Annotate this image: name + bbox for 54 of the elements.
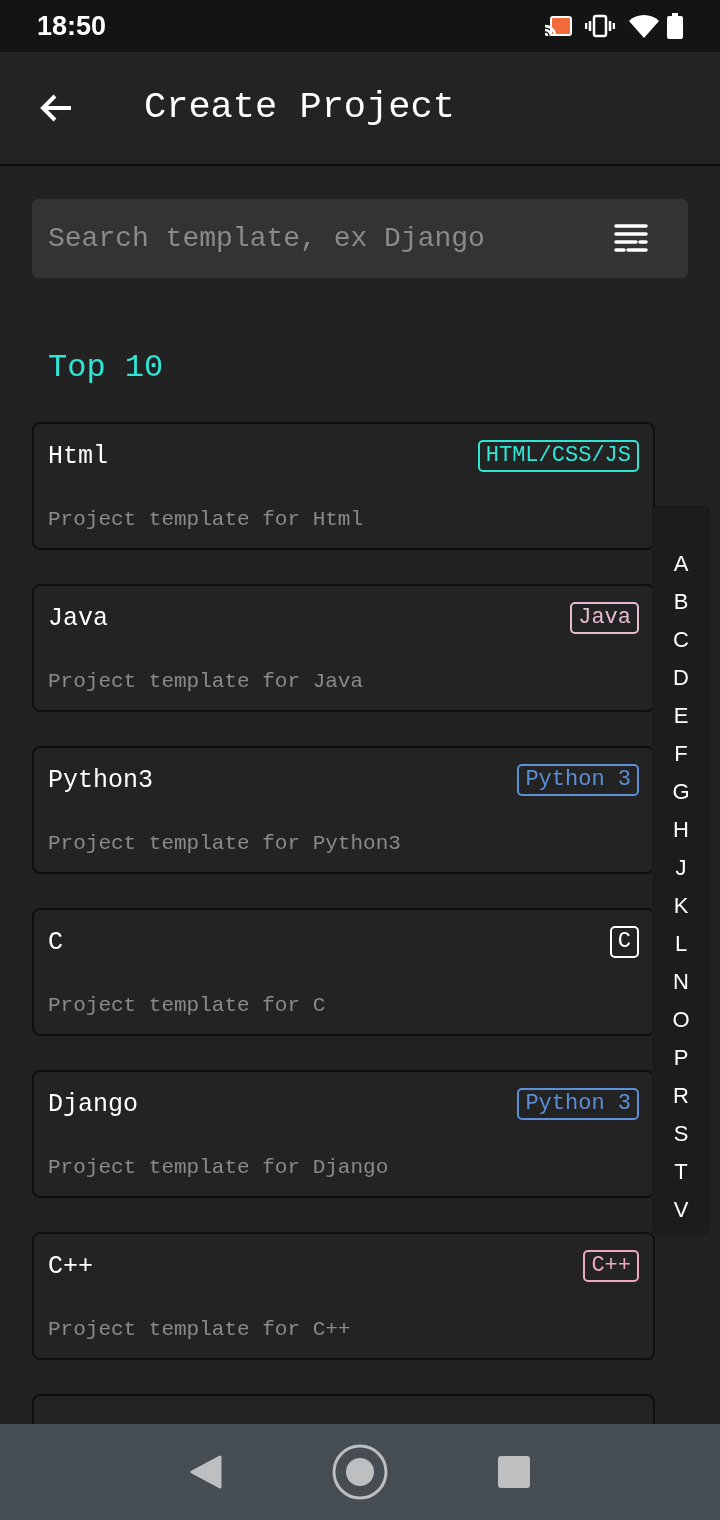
template-name: Java	[48, 603, 108, 635]
index-letter[interactable]: L	[674, 925, 688, 963]
template-description: Project template for Html	[48, 507, 365, 533]
index-letter[interactable]: S	[673, 1115, 689, 1153]
index-letter[interactable]: A	[673, 545, 689, 583]
index-letter[interactable]: F	[674, 735, 688, 773]
app-bar-title: Create Project	[144, 85, 455, 131]
cast-icon	[543, 14, 573, 38]
index-letter[interactable]: C	[673, 621, 689, 659]
template-card[interactable]: Python3 Python 3 Project template for Python3	[32, 746, 655, 874]
status-time: 18:50	[37, 9, 107, 43]
template-card[interactable]: C C Project template for C	[32, 908, 655, 1036]
template-description: Project template for Python3	[48, 831, 402, 857]
language-tag: Java	[570, 602, 639, 634]
template-name: Python3	[48, 765, 154, 797]
index-letter[interactable]: V	[673, 1191, 689, 1229]
index-letter[interactable]: T	[674, 1153, 688, 1191]
index-letter[interactable]: J	[675, 849, 687, 887]
back-triangle-icon[interactable]	[190, 1455, 222, 1489]
template-description: Project template for Java	[48, 669, 365, 695]
section-heading: Top 10	[48, 348, 165, 388]
wifi-icon	[629, 14, 659, 38]
home-circle-icon[interactable]	[332, 1444, 388, 1500]
index-letter[interactable]: O	[672, 1001, 690, 1039]
back-arrow-icon	[39, 93, 73, 123]
index-letter[interactable]: G	[672, 773, 690, 811]
template-name: Html	[48, 441, 108, 473]
vibrate-icon	[585, 14, 615, 38]
index-letter[interactable]: R	[673, 1077, 689, 1115]
template-description: Project template for C	[48, 993, 327, 1019]
template-card[interactable]: Html HTML/CSS/JS Project template for Html	[32, 422, 655, 550]
index-letter[interactable]: N	[673, 963, 689, 1001]
language-tag: Python 3	[517, 1088, 639, 1120]
index-letter[interactable]: H	[673, 811, 689, 849]
index-letter[interactable]: P	[673, 1039, 689, 1077]
template-card[interactable]: C++ C++ Project template for C++	[32, 1232, 655, 1360]
index-letter[interactable]: B	[673, 583, 689, 621]
template-name: C	[48, 927, 63, 959]
language-tag: Python 3	[517, 764, 639, 796]
template-description: Project template for C++	[48, 1317, 352, 1343]
search-field[interactable]: Search template, ex Django	[32, 199, 688, 278]
index-letter[interactable]: D	[673, 659, 689, 697]
language-tag: C	[609, 926, 639, 958]
index-letter[interactable]: E	[673, 697, 689, 735]
template-name: C++	[48, 1251, 93, 1283]
template-name: Django	[48, 1089, 138, 1121]
template-card[interactable]: Django Python 3 Project template for Django	[32, 1070, 655, 1198]
filter-icon[interactable]	[614, 223, 648, 253]
battery-icon	[667, 13, 683, 39]
language-tag: C++	[583, 1250, 639, 1282]
template-description: Project template for Django	[48, 1155, 390, 1181]
language-tag: HTML/CSS/JS	[477, 440, 639, 472]
template-card[interactable]: Java Java Project template for Java	[32, 584, 655, 712]
index-letter[interactable]: K	[673, 887, 689, 925]
